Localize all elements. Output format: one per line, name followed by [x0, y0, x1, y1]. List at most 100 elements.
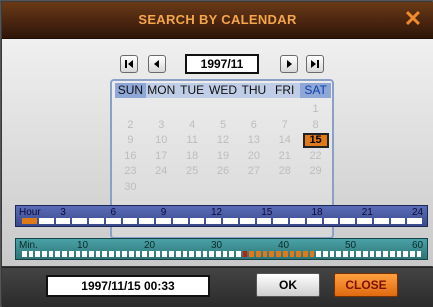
- minute-cell[interactable]: [316, 251, 321, 257]
- month-field[interactable]: 1997/11: [185, 54, 259, 74]
- minute-cell[interactable]: [62, 251, 67, 257]
- minute-cell[interactable]: [95, 251, 101, 257]
- calendar-day[interactable]: 5: [210, 118, 236, 132]
- hour-timeline[interactable]: Hour 3 6 9 12 15 18 21 24: [15, 205, 428, 227]
- minute-cell[interactable]: [383, 251, 388, 257]
- calendar-day[interactable]: 19: [210, 149, 236, 163]
- minute-cell[interactable]: [349, 251, 355, 257]
- minute-cell[interactable]: [396, 251, 402, 257]
- minute-cell[interactable]: [356, 251, 362, 257]
- hour-cell[interactable]: [290, 218, 305, 224]
- first-month-button[interactable]: [120, 55, 138, 73]
- minute-cell[interactable]: [135, 251, 141, 257]
- minute-cell[interactable]: [182, 251, 188, 257]
- hour-cell[interactable]: [357, 218, 372, 224]
- minute-cell[interactable]: [189, 251, 194, 257]
- hour-cells[interactable]: [22, 218, 422, 224]
- calendar-day-selected[interactable]: 15: [302, 133, 329, 148]
- minute-cell[interactable]: [403, 251, 408, 257]
- calendar-day[interactable]: 24: [148, 164, 174, 178]
- hour-cell[interactable]: [223, 218, 238, 224]
- minute-cell[interactable]: [343, 251, 348, 257]
- calendar-day[interactable]: 11: [179, 133, 205, 147]
- hour-cell[interactable]: [72, 218, 87, 224]
- minute-cell[interactable]: [222, 251, 228, 257]
- calendar-day[interactable]: 12: [210, 133, 236, 147]
- calendar-day[interactable]: 3: [148, 118, 174, 132]
- calendar-day[interactable]: 1: [303, 102, 329, 116]
- hour-cell[interactable]: [206, 218, 221, 224]
- hour-cell[interactable]: [323, 218, 339, 224]
- hour-cell[interactable]: [22, 218, 37, 224]
- calendar-day[interactable]: 21: [272, 149, 298, 163]
- minute-cell[interactable]: [416, 251, 422, 257]
- prev-month-button[interactable]: [148, 55, 166, 73]
- hour-cell[interactable]: [38, 218, 54, 224]
- calendar-day[interactable]: 22: [303, 149, 329, 163]
- minute-cell[interactable]: [202, 251, 208, 257]
- hour-cell[interactable]: [273, 218, 288, 224]
- next-month-button[interactable]: [280, 55, 298, 73]
- minute-cell[interactable]: [82, 251, 87, 257]
- hour-cell[interactable]: [407, 218, 422, 224]
- hour-cell[interactable]: [306, 218, 322, 224]
- minute-cell[interactable]: [175, 251, 181, 257]
- minute-cell[interactable]: [108, 251, 114, 257]
- minute-cell[interactable]: [75, 251, 81, 257]
- calendar-day[interactable]: 16: [117, 149, 143, 163]
- close-icon[interactable]: ✕: [402, 7, 424, 31]
- calendar-day[interactable]: 20: [241, 149, 267, 163]
- minute-cell[interactable]: [115, 251, 121, 257]
- hour-cell[interactable]: [189, 218, 205, 224]
- minute-cell[interactable]: [363, 251, 368, 257]
- minute-cell[interactable]: [42, 251, 47, 257]
- calendar-day[interactable]: 4: [179, 118, 205, 132]
- calendar-day[interactable]: 27: [241, 164, 267, 178]
- minute-cell[interactable]: [322, 251, 328, 257]
- minute-cell[interactable]: [256, 251, 261, 257]
- minute-cells[interactable]: [22, 251, 422, 257]
- calendar-day[interactable]: 13: [241, 133, 267, 147]
- minute-cell[interactable]: [142, 251, 148, 257]
- minute-cell[interactable]: [329, 251, 335, 257]
- minute-timeline[interactable]: Min. 10 20 30 40 50 60: [15, 238, 428, 260]
- minute-cell[interactable]: [68, 251, 74, 257]
- minute-cell[interactable]: [282, 251, 288, 257]
- minute-cell[interactable]: [209, 251, 214, 257]
- minute-cell[interactable]: [169, 251, 174, 257]
- hour-cell[interactable]: [156, 218, 171, 224]
- minute-cell[interactable]: [236, 251, 241, 257]
- hour-cell[interactable]: [373, 218, 389, 224]
- minute-cell[interactable]: [269, 251, 275, 257]
- minute-cell[interactable]: [262, 251, 268, 257]
- minute-cell[interactable]: [102, 251, 107, 257]
- calendar-day[interactable]: 28: [272, 164, 298, 178]
- calendar-day[interactable]: 29: [303, 164, 329, 178]
- hour-cell[interactable]: [172, 218, 188, 224]
- hour-cell[interactable]: [239, 218, 255, 224]
- minute-cell[interactable]: [215, 251, 221, 257]
- minute-cell[interactable]: [162, 251, 168, 257]
- minute-cell[interactable]: [55, 251, 61, 257]
- calendar-day[interactable]: 10: [148, 133, 174, 147]
- minute-cell[interactable]: [242, 251, 248, 257]
- close-button[interactable]: CLOSE: [334, 273, 398, 297]
- last-month-button[interactable]: [306, 55, 324, 73]
- calendar-day[interactable]: 7: [272, 118, 298, 132]
- minute-cell[interactable]: [229, 251, 234, 257]
- calendar-day[interactable]: 26: [210, 164, 236, 178]
- minute-cell[interactable]: [309, 251, 315, 257]
- hour-cell[interactable]: [139, 218, 154, 224]
- minute-cell[interactable]: [389, 251, 395, 257]
- hour-cell[interactable]: [256, 218, 272, 224]
- minute-cell[interactable]: [195, 251, 201, 257]
- minute-cell[interactable]: [22, 251, 27, 257]
- minute-cell[interactable]: [376, 251, 382, 257]
- minute-cell[interactable]: [88, 251, 94, 257]
- minute-cell[interactable]: [302, 251, 308, 257]
- ok-button[interactable]: OK: [256, 273, 320, 297]
- calendar-day[interactable]: 9: [117, 133, 143, 147]
- hour-cell[interactable]: [122, 218, 138, 224]
- minute-cell[interactable]: [122, 251, 127, 257]
- minute-cell[interactable]: [129, 251, 134, 257]
